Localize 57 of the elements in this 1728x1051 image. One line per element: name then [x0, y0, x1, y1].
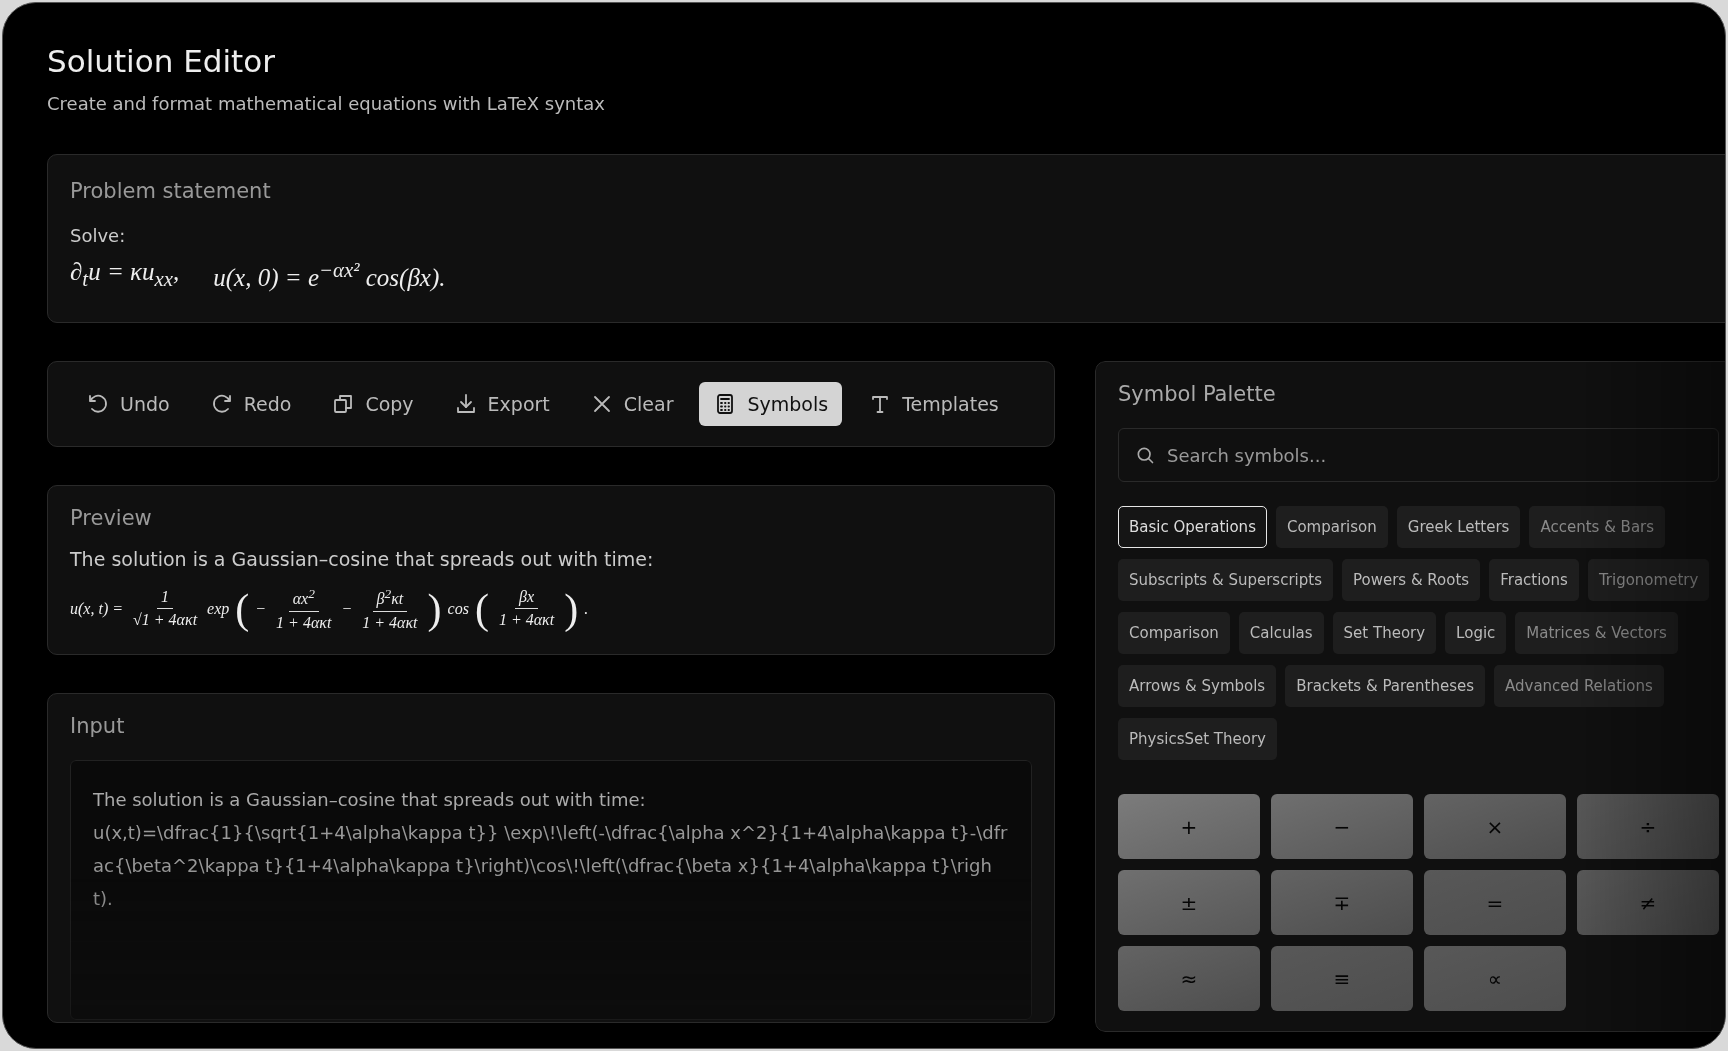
category-tab[interactable]: Logic: [1445, 612, 1507, 655]
denominator: 1 + 4ακt: [361, 612, 419, 632]
category-tab[interactable]: Calculas: [1238, 612, 1324, 655]
formula-text: −: [255, 600, 267, 618]
formula-text: u(x, t) =: [70, 600, 123, 618]
card-title: Preview: [70, 506, 153, 531]
search-field[interactable]: Search symbols...: [1118, 428, 1719, 483]
clear-button[interactable]: Clear: [575, 382, 688, 427]
category-tab[interactable]: Comparison: [1118, 612, 1230, 655]
category-tab[interactable]: Comparison: [1275, 506, 1388, 549]
templates-button[interactable]: Templates: [854, 382, 1013, 427]
parenthesis: (: [235, 588, 250, 630]
category-tab[interactable]: Accents & Bars: [1529, 506, 1666, 549]
formula-text: exp: [207, 600, 230, 618]
preview-text: The solution is a Gaussian–cosine that spreads out with time:: [70, 548, 655, 571]
category-tab[interactable]: Subscripts & Superscripts: [1118, 559, 1333, 602]
category-tab[interactable]: Powers & Roots: [1341, 559, 1481, 602]
search-icon: [1135, 445, 1155, 466]
equation: ∂$_{t}$u = κu$_{xx}$,: [70, 258, 180, 293]
category-tab[interactable]: Arrows & Symbols: [1118, 665, 1277, 708]
latex-input-field[interactable]: The solution is a Gaussian–cosine that spreads out with time: u(x,t)=\dfrac{1}{\sqrt{1+4\alpha\kappa t}} \exp\!\left(-\dfrac{\alpha x^2}{1+4\alpha\kappa t}-\dfrac{\beta^2\kappa t}{1+4\alpha\kappa t}\right)\cos\!\left(\dfrac{\beta x}{1+4\alpha\kappa t}\right).: [70, 759, 1032, 1020]
category-tab[interactable]: Advanced Relations: [1494, 665, 1664, 708]
denominator: 1 + 4ακt: [275, 612, 333, 632]
formula-text: cos: [447, 600, 469, 618]
denominator: 1 + 4ακt: [497, 610, 556, 630]
copy-button[interactable]: Copy: [317, 382, 428, 427]
export-button[interactable]: Export: [439, 382, 564, 427]
category-tab[interactable]: Brackets & Parentheses: [1285, 665, 1485, 708]
undo-button[interactable]: Undo: [72, 382, 184, 427]
numerator: βx: [515, 588, 539, 610]
numerator: αx$^{2}$: [288, 586, 319, 612]
category-tab[interactable]: Trigonometry: [1587, 559, 1710, 602]
numerator: 1: [157, 588, 174, 610]
solve-label: Solve:: [70, 225, 127, 246]
equation: u(x, 0) = e$^{−αx²}$ cos(βx).: [213, 258, 446, 293]
panel-title: Symbol Palette: [1118, 382, 1277, 407]
card-title: Problem statement: [70, 179, 272, 203]
denominator: √1 + 4ακt: [132, 610, 199, 630]
redo-button[interactable]: Redo: [195, 382, 306, 427]
card-title: Input: [70, 713, 126, 738]
category-tab[interactable]: PhysicsSet Theory: [1118, 718, 1277, 761]
parenthesis: ): [564, 588, 579, 630]
symbols-button[interactable]: Symbols: [699, 382, 843, 427]
numerator: β$^{2}$κt: [372, 586, 408, 612]
formula-text: .: [584, 600, 589, 618]
category-tab[interactable]: Basic Operations: [1118, 506, 1267, 549]
category-tab[interactable]: Greek Letters: [1396, 506, 1521, 549]
search-input[interactable]: Search symbols...: [1165, 443, 1702, 467]
page-title: Solution Editor: [47, 43, 276, 79]
formula-text: −: [341, 600, 353, 618]
category-tab[interactable]: Matrices & Vectors: [1515, 612, 1678, 655]
category-tab[interactable]: Fractions: [1489, 559, 1579, 602]
parenthesis: ): [427, 588, 442, 630]
page-subtitle: Create and format mathematical equations with LaTeX syntax: [47, 93, 606, 114]
symbol-key[interactable]: +: [1118, 794, 1260, 860]
category-tab[interactable]: Set Theory: [1332, 612, 1437, 655]
parenthesis: (: [474, 588, 489, 630]
